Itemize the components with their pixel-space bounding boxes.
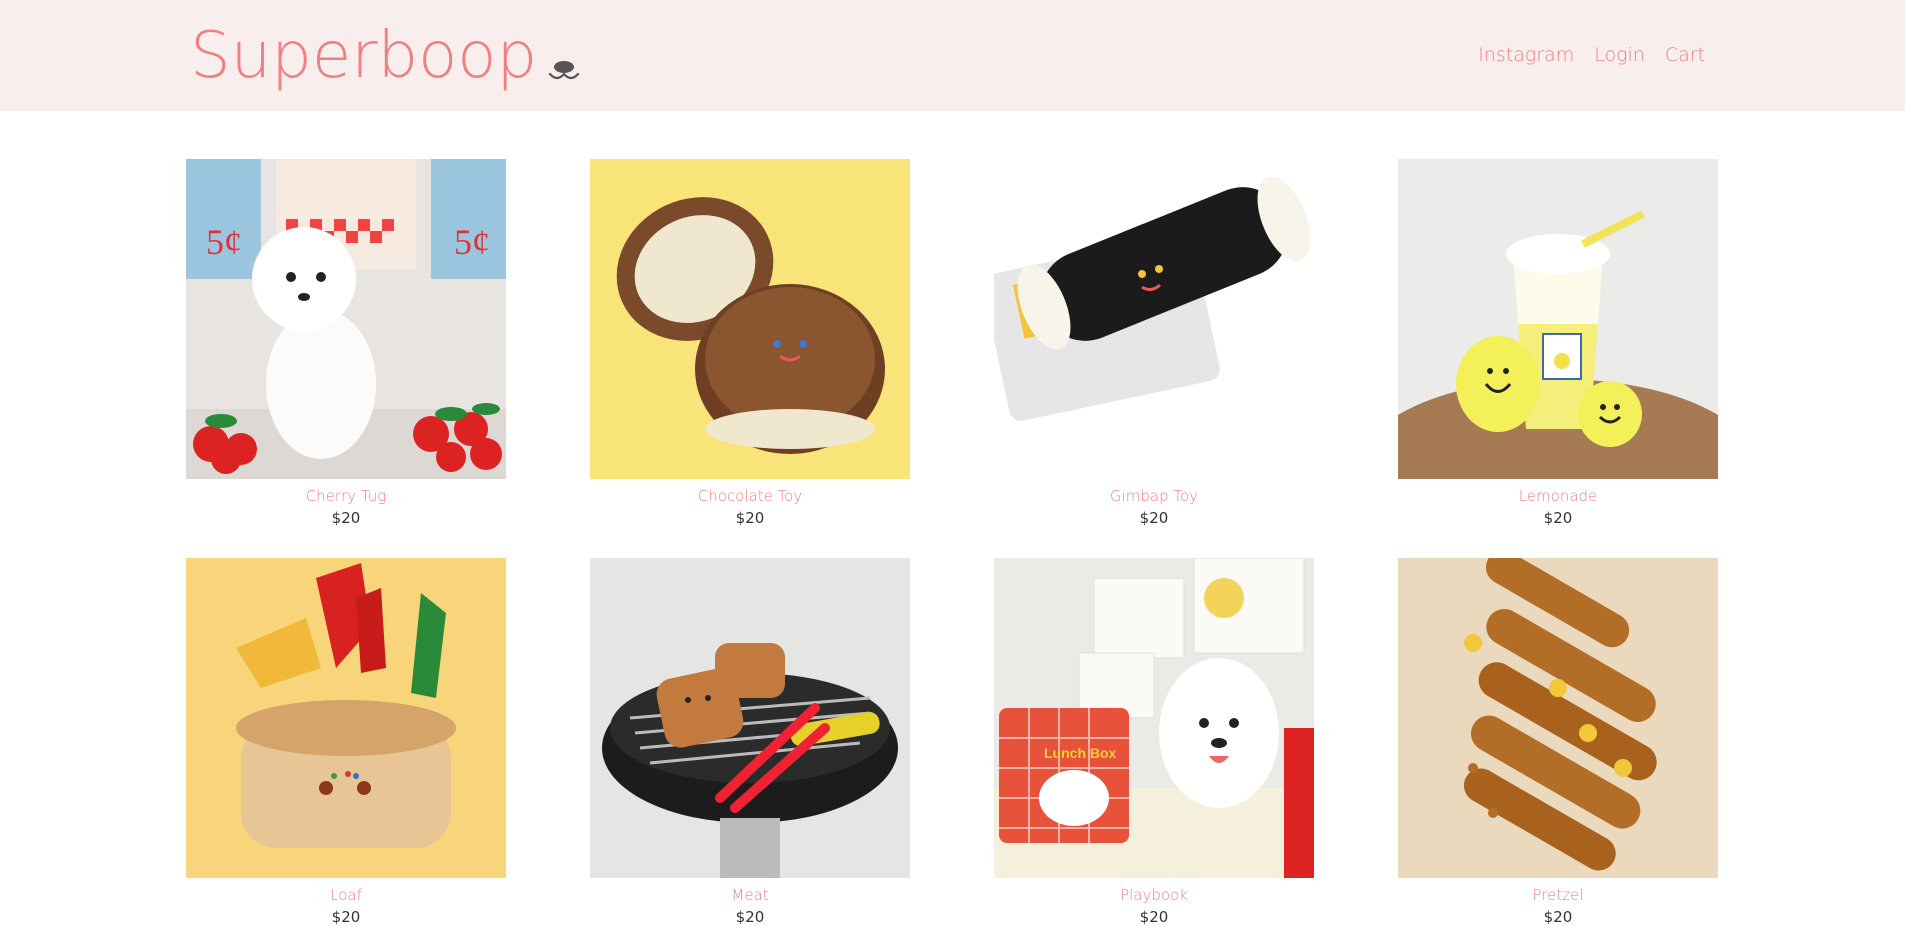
product-card-lemonade[interactable]: Lemonade $20 xyxy=(1398,159,1718,527)
product-price: $20 xyxy=(735,908,765,926)
dog-nose-icon xyxy=(548,61,580,80)
product-image-loaf[interactable] xyxy=(186,558,506,878)
product-price: $20 xyxy=(1543,908,1573,926)
product-image-cherry-tug[interactable]: 5¢ 5¢ xyxy=(186,159,506,479)
top-nav: Instagram Login Cart xyxy=(1478,44,1705,66)
product-price: $20 xyxy=(1543,509,1573,527)
product-name[interactable]: Pretzel xyxy=(1398,886,1718,904)
product-price: $20 xyxy=(331,908,361,926)
product-name[interactable]: Loaf xyxy=(186,886,506,904)
logo-link[interactable]: Superboop xyxy=(190,16,581,96)
product-name[interactable]: Playbook xyxy=(994,886,1314,904)
product-image-meat[interactable] xyxy=(590,558,910,878)
svg-text:5¢: 5¢ xyxy=(454,222,490,262)
product-card-gimbap-toy[interactable]: Gimbap Toy $20 xyxy=(994,159,1314,527)
product-price: $20 xyxy=(331,509,361,527)
product-card-pretzel[interactable]: Pretzel $20 xyxy=(1398,558,1718,926)
product-image-playbook[interactable]: Lunch Box xyxy=(994,558,1314,878)
product-image-gimbap-toy[interactable] xyxy=(994,159,1314,479)
site-header: Superboop Instagram Login Cart xyxy=(0,0,1905,111)
product-name[interactable]: Meat xyxy=(590,886,910,904)
product-name[interactable]: Gimbap Toy xyxy=(994,487,1314,505)
product-image-pretzel[interactable] xyxy=(1398,558,1718,878)
product-image-lemonade[interactable] xyxy=(1398,159,1718,479)
nav-login-link[interactable]: Login xyxy=(1594,44,1645,66)
product-name[interactable]: Chocolate Toy xyxy=(590,487,910,505)
product-image-chocolate-toy[interactable] xyxy=(590,159,910,479)
svg-text:Lunch Box: Lunch Box xyxy=(1044,745,1117,761)
nav-instagram-link[interactable]: Instagram xyxy=(1478,44,1574,66)
nav-cart-link[interactable]: Cart xyxy=(1665,44,1705,66)
product-card-meat[interactable]: Meat $20 xyxy=(590,558,910,926)
product-price: $20 xyxy=(1139,509,1169,527)
product-price: $20 xyxy=(1139,908,1169,926)
product-card-loaf[interactable]: Loaf $20 xyxy=(186,558,506,926)
logo-text: Superboop xyxy=(190,19,538,93)
product-card-chocolate-toy[interactable]: Chocolate Toy $20 xyxy=(590,159,910,527)
product-name[interactable]: Cherry Tug xyxy=(186,487,506,505)
product-name[interactable]: Lemonade xyxy=(1398,487,1718,505)
product-card-playbook[interactable]: Lunch Box Playbook $20 xyxy=(994,558,1314,926)
product-price: $20 xyxy=(735,509,765,527)
svg-text:5¢: 5¢ xyxy=(206,222,242,262)
product-card-cherry-tug[interactable]: 5¢ 5¢ Cherry Tug $20 xyxy=(186,159,506,527)
